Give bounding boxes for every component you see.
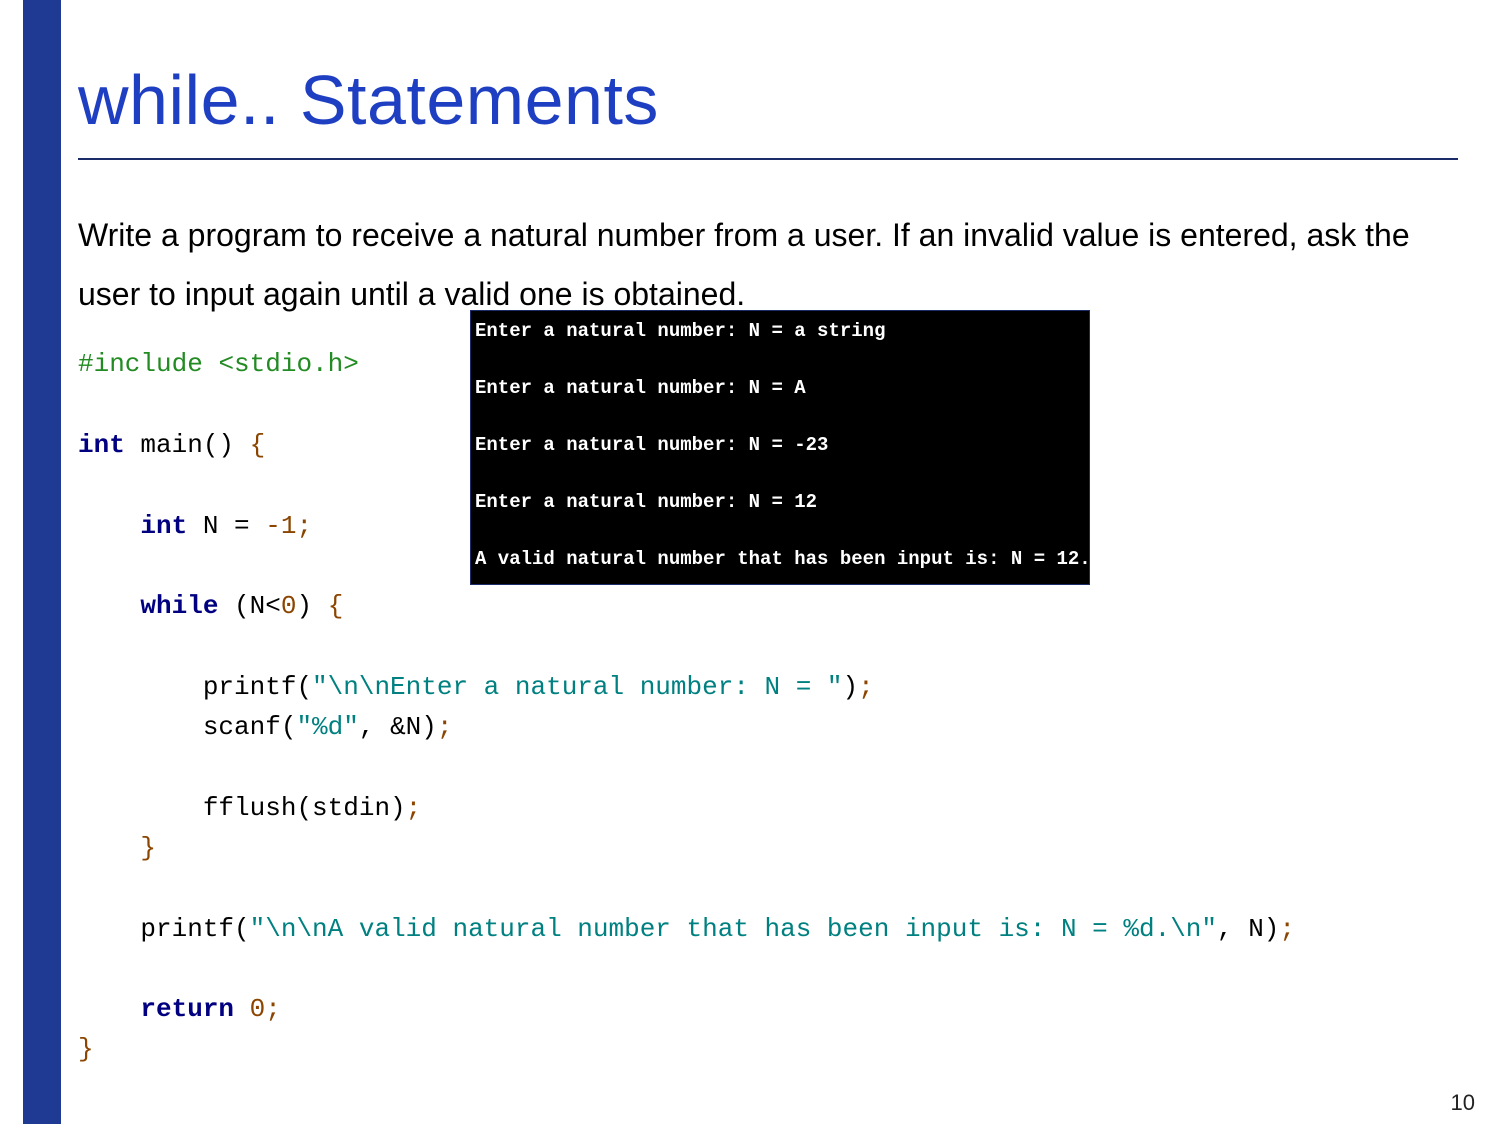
code-token: , &N) <box>359 712 437 742</box>
code-token: int <box>78 430 125 460</box>
console-output: Enter a natural number: N = a string Ent… <box>470 310 1090 585</box>
slide-title: while.. Statements <box>78 60 1479 152</box>
code-token: ) <box>843 672 859 702</box>
code-token: ; <box>296 511 312 541</box>
code-token: ; <box>265 994 281 1024</box>
code-token: printf( <box>203 672 312 702</box>
code-token: "%d" <box>296 712 358 742</box>
code-token: (N< <box>218 591 280 621</box>
console-line: Enter a natural number: N = 12 <box>475 491 817 513</box>
code-token: 0 <box>281 591 297 621</box>
code-token: "\n\nA valid natural number that has bee… <box>250 914 1217 944</box>
code-token: ; <box>858 672 874 702</box>
code-token: <stdio.h> <box>218 349 358 379</box>
code-token: ; <box>1279 914 1295 944</box>
title-underline <box>78 158 1458 160</box>
code-token: fflush(stdin) <box>203 793 406 823</box>
code-token: printf( <box>140 914 249 944</box>
code-token: main() <box>125 430 250 460</box>
code-token: } <box>78 1034 94 1064</box>
code-token: ; <box>406 793 422 823</box>
code-token: 0 <box>234 994 265 1024</box>
code-token: -1 <box>265 511 296 541</box>
problem-statement: Write a program to receive a natural num… <box>78 206 1478 324</box>
code-token: return <box>140 994 234 1024</box>
code-token: { <box>328 591 344 621</box>
console-line: Enter a natural number: N = -23 <box>475 434 828 456</box>
console-line: Enter a natural number: N = a string <box>475 320 885 342</box>
slide-accent-bar <box>23 0 61 1124</box>
code-token: } <box>140 833 156 863</box>
console-line: Enter a natural number: N = A <box>475 377 806 399</box>
code-token: , N) <box>1217 914 1279 944</box>
code-token: scanf( <box>203 712 297 742</box>
console-line: A valid natural number that has been inp… <box>475 548 1091 570</box>
code-token: while <box>140 591 218 621</box>
code-token: { <box>250 430 266 460</box>
page-number: 10 <box>1451 1090 1475 1116</box>
code-token: "\n\nEnter a natural number: N = " <box>312 672 843 702</box>
code-token: ; <box>437 712 453 742</box>
code-token: int <box>140 511 187 541</box>
code-token: N = <box>187 511 265 541</box>
code-token: #include <box>78 349 218 379</box>
code-token: ) <box>296 591 327 621</box>
